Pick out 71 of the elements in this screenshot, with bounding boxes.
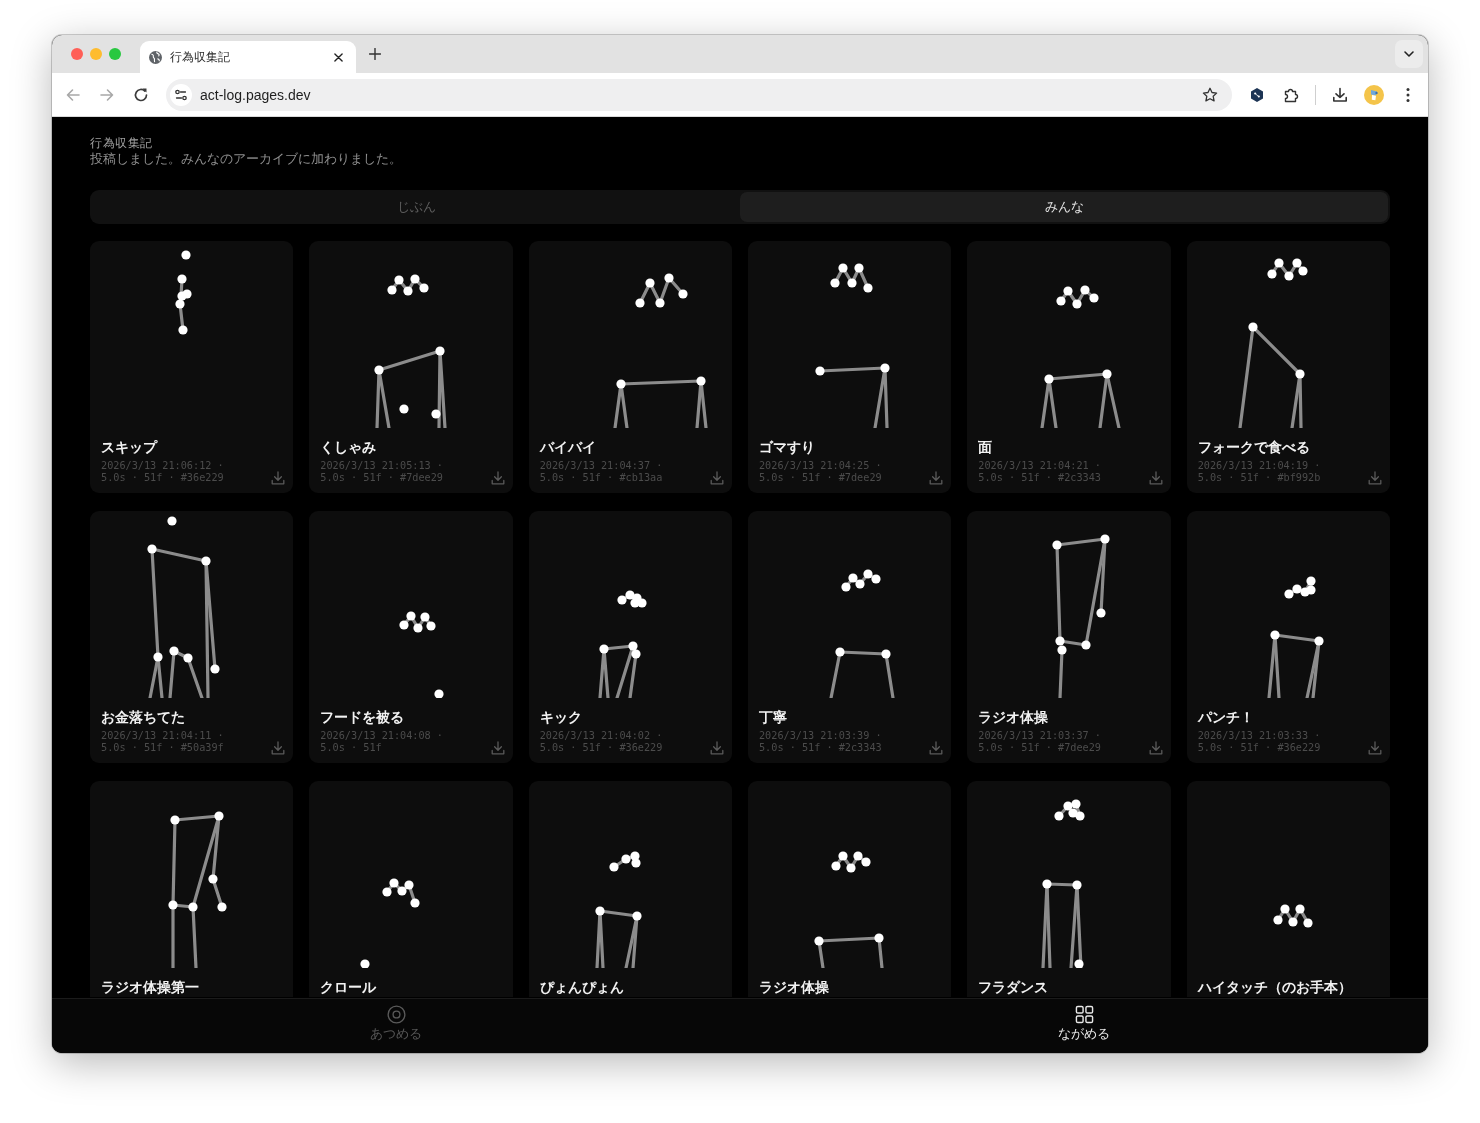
chevron-down-icon[interactable] <box>1395 40 1423 68</box>
archive-card[interactable]: バイバイ 2026/3/13 21:04:37 · 5.0s · 51f · #cb13aa <box>528 241 732 493</box>
star-icon[interactable] <box>1202 86 1218 103</box>
card-title: ハイタッチ（のお手本） <box>1197 978 1352 997</box>
archive-card[interactable]: フラダンス <box>967 781 1171 997</box>
archive-card[interactable]: ハイタッチ（のお手本） <box>1186 781 1390 997</box>
card-meta: 2026/3/13 21:04:25 · 5.0s · 51f · #7dee29 <box>759 460 882 484</box>
archive-card[interactable]: ラジオ体操 2026/3/13 21:03:37 · 5.0s · 51f · #7dee29 <box>967 511 1171 763</box>
app-title: 行為収集記 <box>90 136 153 151</box>
card-title: フードを被る <box>320 708 405 727</box>
card-title: ラジオ体操第一 <box>101 978 199 997</box>
card-title: クロール <box>320 978 377 997</box>
card-title: スキップ <box>101 438 157 457</box>
site-settings-icon[interactable] <box>170 83 192 106</box>
archive-card[interactable]: ゴマすり 2026/3/13 21:04:25 · 5.0s · 51f · #7dee29 <box>748 241 952 493</box>
archive-card[interactable]: ラジオ体操 <box>748 781 952 997</box>
card-meta: 2026/3/13 21:04:37 · 5.0s · 51f · #cb13aa <box>539 460 663 484</box>
card-meta: 2026/3/13 21:05:13 · 5.0s · 51f · #7dee29 <box>320 460 443 484</box>
card-title: フラダンス <box>978 978 1049 997</box>
card-title: ラジオ体操 <box>759 978 829 997</box>
archive-card[interactable]: ラジオ体操第一 <box>90 781 294 997</box>
archive-card[interactable]: キック 2026/3/13 21:04:02 · 5.0s · 51f · #36e229 <box>528 511 732 763</box>
card-title: フォークで食べる <box>1197 438 1310 457</box>
card-meta: 2026/3/13 21:04:08 · 5.0s · 51f <box>320 730 443 754</box>
archive-card[interactable]: クロール <box>309 781 513 997</box>
globe-icon <box>149 50 162 64</box>
archive-card[interactable]: くしゃみ 2026/3/13 21:05:13 · 5.0s · 51f · #7dee29 <box>309 241 513 493</box>
card-meta: 2026/3/13 21:03:33 · 5.0s · 51f · #36e229 <box>1197 730 1321 754</box>
window-zoom-icon[interactable] <box>109 48 121 60</box>
card-title: ぴょんぴょん <box>539 978 624 997</box>
card-meta: 2026/3/13 21:04:19 · 5.0s · 51f · #bf992b <box>1197 460 1321 484</box>
card-meta: 2026/3/13 21:06:12 · 5.0s · 51f · #36e229 <box>101 460 224 484</box>
more-menu-icon[interactable] <box>1406 86 1410 103</box>
card-title: キック <box>539 708 582 727</box>
hexagon-icon[interactable] <box>1249 86 1265 103</box>
archive-card[interactable]: スキップ 2026/3/13 21:06:12 · 5.0s · 51f · #36e229 <box>90 241 294 493</box>
download-icon[interactable] <box>1332 86 1348 103</box>
card-title: くしゃみ <box>320 438 377 457</box>
grid-icon <box>1074 1005 1094 1024</box>
stick-figure-drawing <box>1272 904 1313 928</box>
reload-icon[interactable] <box>133 86 149 103</box>
archive-card[interactable]: フードを被る 2026/3/13 21:04:08 · 5.0s · 51f <box>309 511 513 763</box>
card-title: 面 <box>978 438 993 457</box>
card-meta: 2026/3/13 21:03:37 · 5.0s · 51f · #7dee29 <box>978 730 1101 754</box>
card-meta: 2026/3/13 21:03:39 · 5.0s · 51f · #2c3343 <box>759 730 882 754</box>
plus-icon[interactable] <box>369 48 381 60</box>
archive-card[interactable]: ぴょんぴょん <box>528 781 732 997</box>
card-title: お金落ちてた <box>101 708 185 727</box>
segment-tab[interactable]: みんな <box>740 192 1388 222</box>
profile-avatar-icon[interactable] <box>1364 84 1384 105</box>
window-close-icon[interactable] <box>71 48 83 60</box>
target-icon <box>386 1005 406 1024</box>
archive-card[interactable]: 面 2026/3/13 21:04:21 · 5.0s · 51f · #2c3343 <box>967 241 1171 493</box>
browser-tab[interactable]: 行為収集記 <box>140 41 356 73</box>
address-field[interactable]: act-log.pages.dev <box>166 78 1232 111</box>
archive-card[interactable]: フォークで食べる 2026/3/13 21:04:19 · 5.0s · 51f · #bf992b <box>1186 241 1390 493</box>
card-meta: 2026/3/13 21:04:02 · 5.0s · 51f · #36e229 <box>539 730 663 754</box>
puzzle-piece-icon[interactable] <box>1283 86 1299 103</box>
archive-card[interactable]: パンチ！ 2026/3/13 21:03:33 · 5.0s · 51f · #36e229 <box>1186 511 1390 763</box>
archive-card[interactable]: 丁寧 2026/3/13 21:03:39 · 5.0s · 51f · #2c3343 <box>748 511 952 763</box>
card-title: ゴマすり <box>759 438 815 457</box>
card-title: ラジオ体操 <box>978 708 1049 727</box>
archive-card[interactable]: お金落ちてた 2026/3/13 21:04:11 · 5.0s · 51f · #50a39f <box>90 511 294 763</box>
card-title: パンチ！ <box>1197 708 1254 727</box>
card-title: 丁寧 <box>759 708 787 727</box>
status-message: 投稿しました。みんなのアーカイブに加わりました。 <box>90 151 402 168</box>
card-meta: 2026/3/13 21:04:21 · 5.0s · 51f · #2c3343 <box>978 460 1101 484</box>
close-icon[interactable] <box>334 52 343 62</box>
card-title: バイバイ <box>539 438 596 457</box>
card-meta: 2026/3/13 21:04:11 · 5.0s · 51f · #50a39f <box>101 730 224 754</box>
nav-tab[interactable]: ながめる <box>740 999 1428 1053</box>
